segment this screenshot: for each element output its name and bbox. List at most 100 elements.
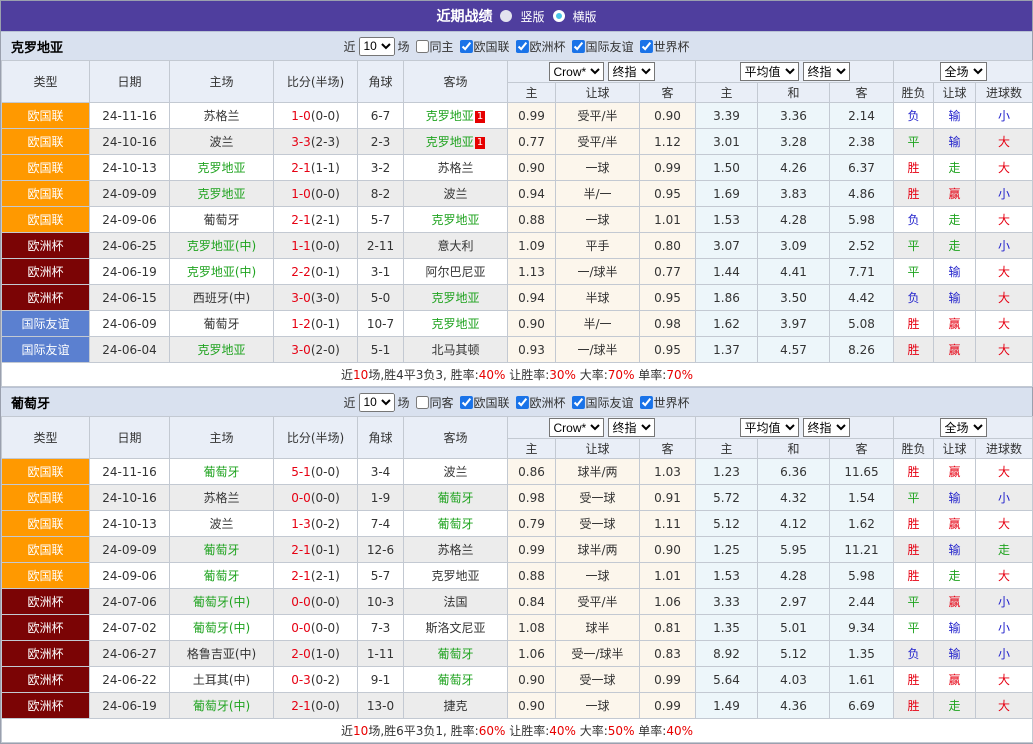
- final-odds-select[interactable]: 终指: [607, 62, 655, 81]
- goals-result-cell: 小: [975, 640, 1033, 667]
- league-badge: 国际友谊: [1, 336, 90, 363]
- bookmaker-select[interactable]: Crow*: [548, 62, 604, 81]
- sub-col-away-odds: 客: [639, 82, 696, 103]
- handicap-cell: 一球: [555, 562, 640, 589]
- league-worldcup-checkbox[interactable]: [639, 39, 653, 53]
- date-cell: 24-09-06: [89, 562, 170, 589]
- score-cell: 3-0(3-0): [273, 284, 358, 311]
- odds-away-cell: 1.11: [639, 510, 696, 537]
- handicap-result-cell: 走: [933, 206, 977, 233]
- league-friendly-checkbox[interactable]: [571, 395, 585, 409]
- league-badge: 欧国联: [1, 562, 90, 589]
- odds-away-cell: 0.99: [639, 692, 696, 719]
- home-team-cell: 葡萄牙(中): [169, 614, 274, 641]
- vertical-layout-label[interactable]: 竖版: [520, 8, 544, 25]
- goals-result-cell: 大: [975, 458, 1033, 485]
- handicap-result-cell: 输: [933, 484, 977, 511]
- scope-group-header: 全场: [893, 416, 1033, 439]
- date-cell: 24-09-09: [89, 536, 170, 563]
- handicap-result-cell: 赢: [933, 310, 977, 337]
- odds-home-cell: 0.90: [507, 666, 556, 693]
- final-odds-select-2[interactable]: 终指: [802, 418, 850, 437]
- league-euro-checkbox[interactable]: [515, 39, 529, 53]
- corner-cell: 6-7: [357, 102, 404, 129]
- final-odds-select-2[interactable]: 终指: [802, 62, 850, 81]
- date-cell: 24-09-09: [89, 180, 170, 207]
- avg-away-cell: 9.34: [828, 614, 895, 641]
- league-friendly-checkbox[interactable]: [571, 39, 585, 53]
- same-venue-checkbox[interactable]: [415, 395, 429, 409]
- horizontal-layout-radio[interactable]: [552, 10, 565, 22]
- result-cell: 胜: [893, 458, 935, 485]
- average-select[interactable]: 平均值: [739, 418, 799, 437]
- away-team-cell: 克罗地亚: [403, 284, 508, 311]
- team-name: 土耳其(中): [192, 673, 251, 687]
- col-corner: 角球: [357, 416, 404, 459]
- odds-home-cell: 0.88: [507, 562, 556, 589]
- league-badge: 欧国联: [1, 484, 90, 511]
- home-team-cell: 葡萄牙(中): [169, 588, 274, 615]
- league-uefa-nl-checkbox[interactable]: [459, 395, 473, 409]
- handicap-result-cell: 走: [933, 232, 977, 259]
- same-venue-checkbox[interactable]: [415, 39, 429, 53]
- team-name: 法国: [443, 595, 468, 609]
- section-title: 克罗地亚: [11, 40, 64, 56]
- team-name: 斯洛文尼亚: [425, 621, 486, 635]
- date-cell: 24-06-25: [89, 232, 170, 259]
- horizontal-layout-label[interactable]: 横版: [573, 8, 597, 25]
- bookmaker-select[interactable]: Crow*: [548, 418, 604, 437]
- games-count-select[interactable]: 10: [358, 36, 395, 56]
- home-team-cell: 克罗地亚(中): [169, 232, 274, 259]
- goals-result-cell: 小: [975, 180, 1033, 207]
- home-team-cell: 葡萄牙: [169, 562, 274, 589]
- league-badge: 欧洲杯: [1, 284, 90, 311]
- handicap-cell: 一/球半: [555, 336, 640, 363]
- handicap-cell: 一球: [555, 692, 640, 719]
- date-cell: 24-06-19: [89, 258, 170, 285]
- home-team-cell: 葡萄牙: [169, 206, 274, 233]
- away-team-cell: 克罗地亚 1: [403, 102, 508, 129]
- league-badge: 欧洲杯: [1, 588, 90, 615]
- score-cell: 1-0(0-0): [273, 180, 358, 207]
- final-odds-select[interactable]: 终指: [607, 418, 655, 437]
- match-scope-select[interactable]: 全场: [939, 418, 987, 437]
- goals-result-cell: 大: [975, 510, 1033, 537]
- result-cell: 胜: [893, 310, 935, 337]
- games-unit-label: 场: [397, 395, 410, 410]
- recent-results-page: 近期战绩 竖版 横版 克罗地亚 近 10 场 同主 欧国联 欧洲杯 国际友谊 世…: [0, 0, 1033, 744]
- avg-home-cell: 5.12: [695, 510, 758, 537]
- avg-home-cell: 1.44: [695, 258, 758, 285]
- league-badge: 欧国联: [1, 180, 90, 207]
- avg-home-cell: 1.86: [695, 284, 758, 311]
- sub-col-result: 胜负: [893, 82, 935, 103]
- avg-away-cell: 2.38: [828, 128, 895, 155]
- sub-col-handicap: 让球: [555, 82, 640, 103]
- games-count-select[interactable]: 10: [358, 392, 395, 412]
- home-team-cell: 葡萄牙: [169, 458, 274, 485]
- league-worldcup-checkbox[interactable]: [639, 395, 653, 409]
- handicap-cell: 平手: [555, 232, 640, 259]
- sub-col-avg-home: 主: [695, 82, 758, 103]
- corner-cell: 5-7: [357, 206, 404, 233]
- corner-cell: 1-11: [357, 640, 404, 667]
- odds-away-cell: 0.80: [639, 232, 696, 259]
- team-name: 格鲁吉亚(中): [186, 647, 257, 661]
- league-euro-checkbox[interactable]: [515, 395, 529, 409]
- team-name: 捷克: [443, 699, 468, 713]
- odds-away-cell: 0.99: [639, 154, 696, 181]
- match-scope-select[interactable]: 全场: [939, 62, 987, 81]
- match-row: 欧洲杯 24-07-06 葡萄牙(中) 0-0(0-0) 10-3 法国 0.84 受平/半 1…: [1, 588, 1033, 615]
- league-friendly-label: 国际友谊: [585, 39, 634, 54]
- vertical-layout-radio[interactable]: [500, 10, 513, 22]
- score-cell: 1-1(0-0): [273, 232, 358, 259]
- summary-row: 近10场,胜4平3负3, 胜率:40% 让胜率:30% 大率:70% 单率:70…: [0, 362, 1033, 387]
- score-cell: 2-1(0-1): [273, 536, 358, 563]
- sub-col-away-odds: 客: [639, 438, 696, 459]
- average-select[interactable]: 平均值: [739, 62, 799, 81]
- odds-home-cell: 1.08: [507, 614, 556, 641]
- avg-draw-cell: 6.36: [757, 458, 830, 485]
- avg-draw-cell: 5.95: [757, 536, 830, 563]
- avg-away-cell: 1.54: [828, 484, 895, 511]
- league-uefa-nl-checkbox[interactable]: [459, 39, 473, 53]
- corner-cell: 7-3: [357, 614, 404, 641]
